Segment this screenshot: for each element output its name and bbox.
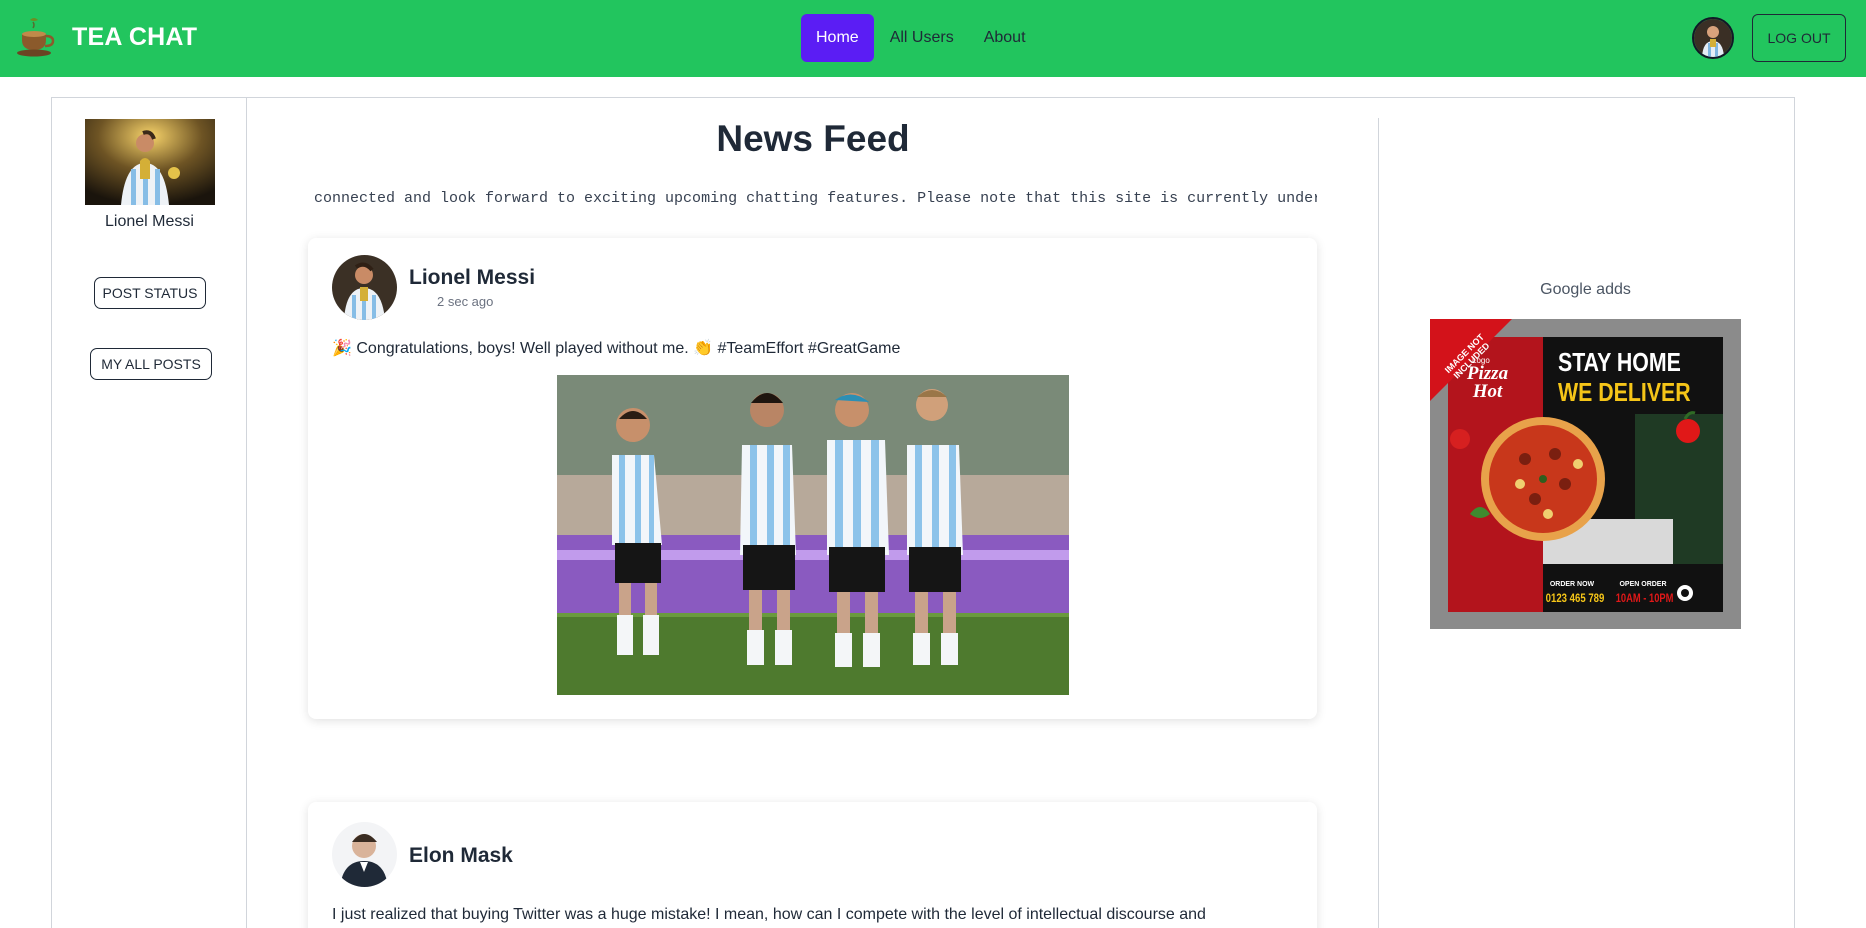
post-author-avatar[interactable]: [332, 255, 397, 320]
ad-headline-2: WE DELIVER: [1558, 377, 1691, 407]
logout-button[interactable]: LOG OUT: [1752, 14, 1846, 62]
post-text: 🎉 Congratulations, boys! Well played wit…: [332, 340, 901, 357]
ad-banner[interactable]: IMAGE NOT INCLUDED Logo Pizza Hot STAY H…: [1430, 319, 1741, 629]
ad-hours: 10AM - 10PM: [1615, 591, 1674, 605]
nav-links: Home All Users About: [801, 14, 1041, 62]
post-author-name[interactable]: Elon Mask: [409, 844, 513, 868]
ad-phone: 0123 465 789: [1545, 591, 1605, 605]
left-sidebar: Lionel Messi POST STATUS MY ALL POSTS: [52, 98, 247, 928]
brand[interactable]: TEA CHAT: [16, 12, 197, 62]
post-card: Elon Mask I just realized that buying Tw…: [308, 802, 1317, 928]
brand-name: TEA CHAT: [72, 22, 198, 51]
tea-cup-icon: [17, 18, 55, 57]
post-status-button[interactable]: POST STATUS: [94, 277, 206, 309]
ad-open-label: OPEN ORDER: [1619, 581, 1667, 588]
ad-order-label: ORDER NOW: [1549, 581, 1595, 588]
user-avatar[interactable]: [1692, 17, 1734, 59]
post-author-avatar[interactable]: [332, 822, 397, 887]
nav-link-about[interactable]: About: [969, 14, 1041, 62]
ad-headline-1: STAY HOME: [1558, 347, 1681, 377]
profile-photo[interactable]: [85, 119, 215, 205]
nav-link-home[interactable]: Home: [801, 14, 874, 62]
post-image[interactable]: [557, 375, 1069, 695]
avatar-image: [1694, 19, 1732, 57]
right-divider: [1378, 118, 1379, 928]
nav-link-all-users[interactable]: All Users: [875, 14, 969, 62]
top-navbar: TEA CHAT Home All Users About LOG OUT: [0, 0, 1866, 77]
page-title: News Feed: [716, 118, 910, 159]
ad-logo: Pizza Hot: [1466, 363, 1509, 402]
profile-name: Lionel Messi: [105, 213, 194, 230]
announcement-marquee: connected and look forward to exciting u…: [314, 190, 1317, 207]
post-photo: [557, 375, 1069, 695]
ads-title: Google adds: [1540, 281, 1631, 298]
post-card: Lionel Messi 2 sec ago 🎉 Congratulations…: [308, 238, 1317, 719]
my-all-posts-button[interactable]: MY ALL POSTS: [90, 348, 212, 380]
post-text: I just realized that buying Twitter was …: [332, 906, 1206, 923]
post-timestamp: 2 sec ago: [437, 294, 494, 309]
profile-image: [85, 119, 215, 205]
post-author-name[interactable]: Lionel Messi: [409, 266, 535, 290]
author-image: [332, 255, 397, 320]
author-image: [332, 822, 397, 887]
